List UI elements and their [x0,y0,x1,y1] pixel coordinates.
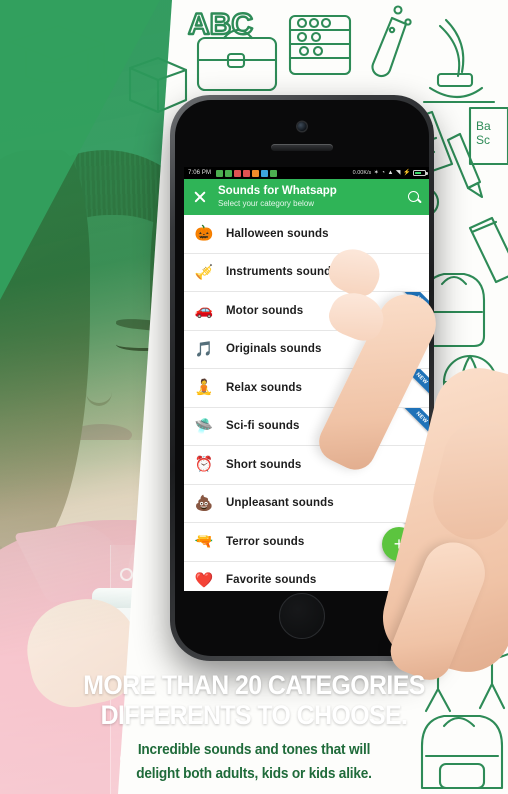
notification-chip-1 [225,169,233,177]
category-label: Relax sounds [226,381,302,394]
search-icon[interactable] [407,190,422,205]
notification-chip-5 [261,169,269,177]
trumpet-icon: 🎺 [194,263,214,281]
app-bar-titles: Sounds for Whatsapp Select your category… [218,185,407,209]
status-right-cluster: 0.00K/s ✶ ◔ ▲ ◥ ⚡ [352,169,428,177]
category-label: Favorite sounds [226,574,317,587]
charging-bolt-icon: ⚡ [403,170,411,176]
pointing-hand [312,241,508,687]
meditation-icon: 🧘 [194,379,214,397]
page-title: Sounds for Whatsapp [218,185,337,197]
category-label: Short sounds [226,458,302,471]
app-bar: Sounds for Whatsapp Select your category… [184,179,429,215]
close-icon[interactable] [192,189,208,205]
musical-note-icon: 🎵 [194,340,214,358]
heart-icon: ❤️ [194,571,214,589]
notification-chip-4 [252,169,260,177]
home-button[interactable] [279,593,325,639]
notification-chip-2 [234,169,242,177]
notification-chip-3 [243,169,251,177]
notification-chip-0 [216,169,224,177]
alarm-clock-icon: ⏰ [194,456,214,474]
bluetooth-icon: ✶ [373,170,379,176]
category-label: Sci-fi sounds [226,420,300,433]
svg-text:Sc: Sc [476,133,490,147]
category-label: Motor sounds [226,304,304,317]
category-label: Unpleasant sounds [226,497,334,510]
battery-icon [413,169,428,177]
status-time: 7:06 PM [188,170,212,176]
data-rate-label: 0.00K/s [352,170,372,176]
jack-o-lantern-icon: 🎃 [194,225,214,243]
category-label: Originals sounds [226,343,322,356]
page-subtitle: Select your category below [218,199,315,208]
category-label: Terror sounds [226,535,305,548]
alarm-icon: ◔ [381,170,385,176]
water-gun-icon: 🔫 [194,533,214,551]
earpiece-speaker-icon [271,144,333,151]
abc-doodle: ABC [188,8,253,41]
wifi-icon: ▲ [387,170,394,176]
signal-icon: ◥ [395,170,401,176]
car-icon: 🚗 [194,302,214,320]
category-label: Halloween sounds [226,227,329,240]
poop-icon: 💩 [194,494,214,512]
notification-icons [216,169,278,177]
svg-text:Ba: Ba [476,119,491,133]
ufo-icon: 🛸 [194,417,214,435]
category-label: Instruments sounds [226,266,338,279]
category-row-halloween-sounds[interactable]: 🎃 Halloween sounds [184,215,429,254]
front-camera-icon [297,122,307,131]
android-status-bar: 7:06 PM 0.00K/s ✶ ◔ ▲ ◥ ⚡ [184,167,429,179]
notification-chip-6 [270,169,278,177]
